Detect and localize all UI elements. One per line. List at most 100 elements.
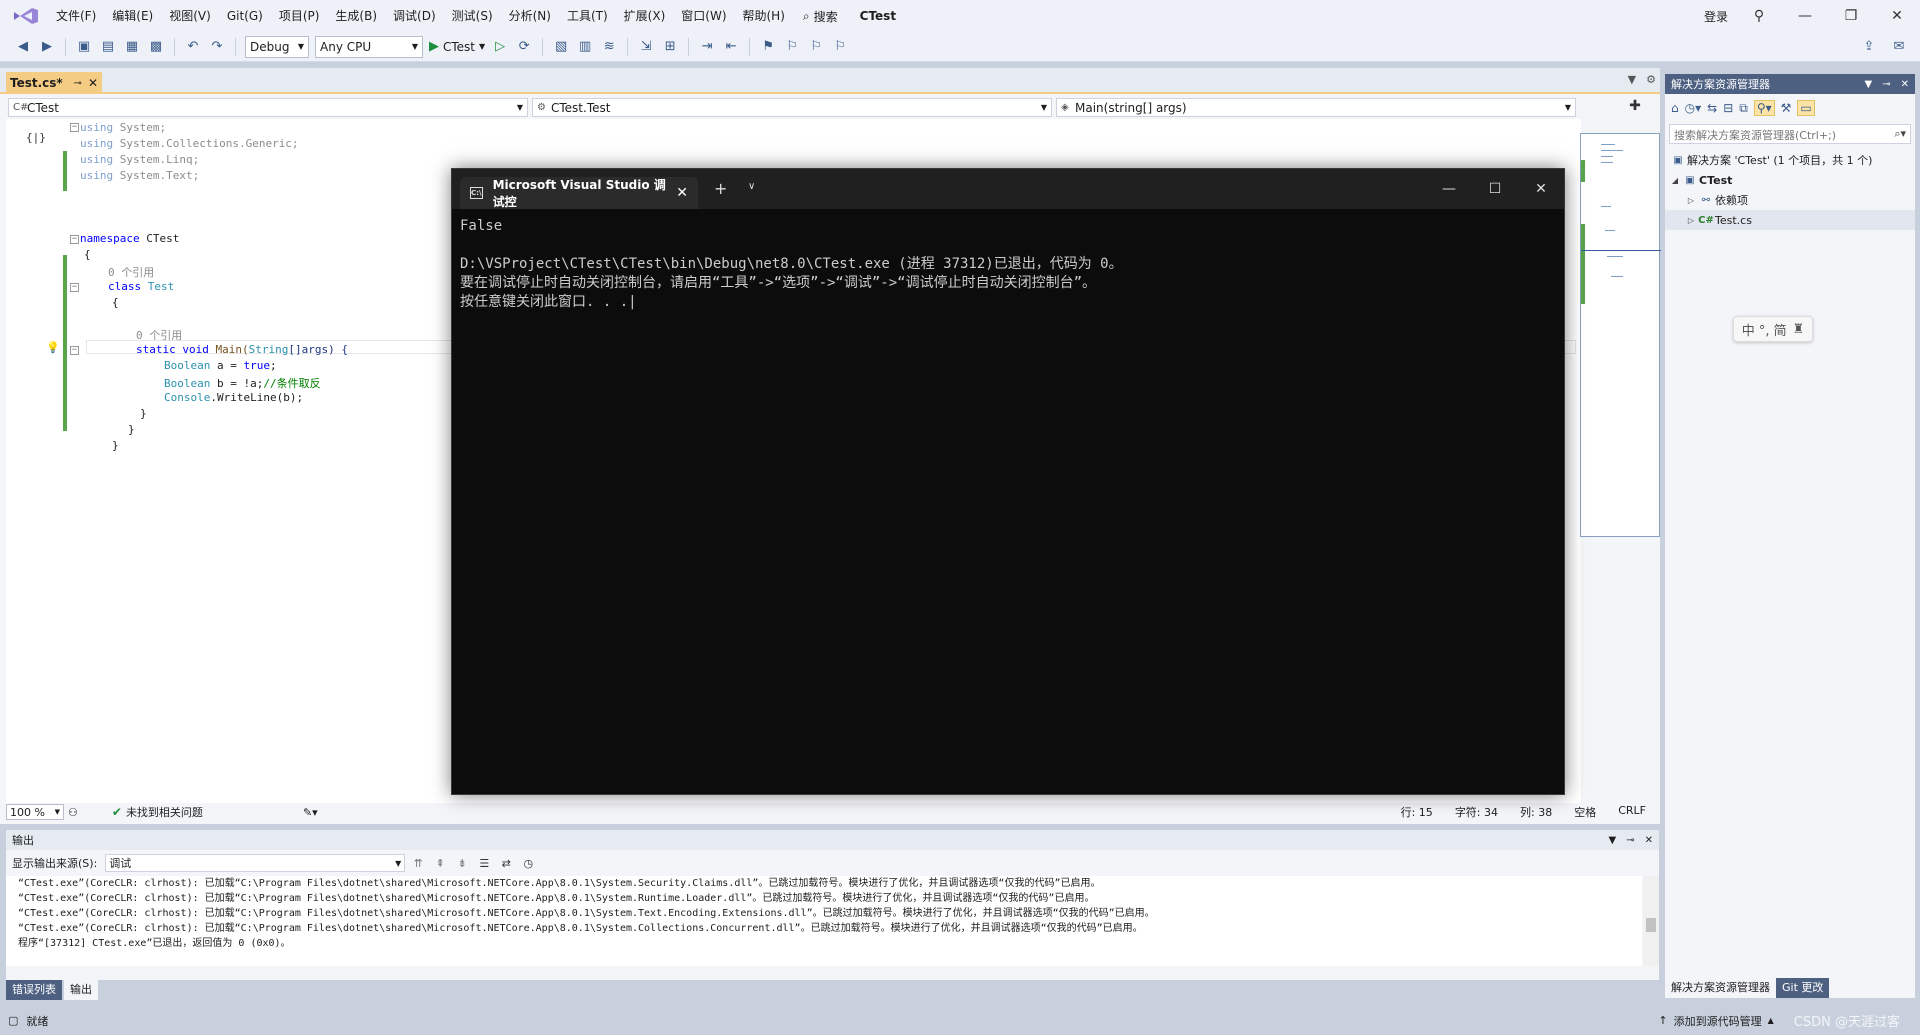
menu-tools[interactable]: 工具(T)	[559, 0, 616, 32]
prev-message-icon[interactable]: ⇞	[431, 857, 449, 870]
menu-build[interactable]: 生成(B)	[327, 0, 385, 32]
console-output[interactable]: False D:\VSProject\CTest\CTest\bin\Debug…	[460, 217, 1554, 312]
zoom-dropdown[interactable]: 100 % ▼	[6, 804, 64, 820]
copilot-icon[interactable]: ⚇	[68, 806, 78, 819]
search-box[interactable]: ⌕ 搜索	[793, 8, 848, 25]
forward-icon[interactable]: ▶	[38, 38, 56, 56]
live-share-icon[interactable]: ⇪	[1860, 38, 1878, 56]
line-ending[interactable]: CRLF	[1618, 804, 1646, 820]
browse-icon[interactable]: ▧	[552, 38, 570, 56]
menu-help[interactable]: 帮助(H)	[735, 0, 793, 32]
new-project-icon[interactable]: ▣	[75, 38, 93, 56]
dropdown-icon[interactable]: ▼	[1609, 835, 1617, 846]
console-tab[interactable]: C:\ Microsoft Visual Studio 调试控 ✕	[460, 177, 698, 209]
chevron-down-icon[interactable]: ∨	[748, 181, 755, 192]
tree-item-dependencies[interactable]: ▷ ⚯ 依赖项	[1665, 190, 1915, 210]
split-editor-icon[interactable]: ✚	[1616, 98, 1654, 117]
save-all-icon[interactable]: ▩	[147, 38, 165, 56]
tab-solution-explorer[interactable]: 解决方案资源管理器	[1665, 978, 1776, 998]
menu-edit[interactable]: 编辑(E)	[104, 0, 161, 32]
find-message-icon[interactable]: ⇈	[409, 857, 427, 870]
code-minimap[interactable]	[1580, 133, 1661, 537]
expand-icon[interactable]: ◢	[1669, 176, 1681, 185]
run-button[interactable]: ▶ CTest ▼	[429, 39, 485, 54]
config-dropdown[interactable]: Debug ▼	[245, 35, 309, 58]
output-window-icon[interactable]: ▢	[8, 1014, 18, 1027]
lightbulb-icon[interactable]: 💡	[46, 341, 60, 354]
clock-icon[interactable]: ◷	[519, 857, 537, 870]
history-icon[interactable]: ◷▾	[1685, 101, 1702, 115]
open-folder-icon[interactable]: ▤	[99, 38, 117, 56]
collapse-icon[interactable]: −	[70, 235, 79, 244]
login-link[interactable]: 登录	[1704, 8, 1728, 25]
diagnostics-icon[interactable]: ⊞	[661, 38, 679, 56]
indent-icon[interactable]: ⇥	[698, 38, 716, 56]
maximize-button[interactable]: ☐	[1472, 169, 1518, 209]
hot-reload-icon[interactable]: ⟳	[515, 38, 533, 56]
collapsed-icon[interactable]: ▷	[1685, 196, 1697, 205]
pin-icon[interactable]: ⊸	[74, 78, 82, 89]
column-number[interactable]: 列: 38	[1520, 804, 1552, 820]
tree-item-project[interactable]: ◢ ▣ CTest	[1665, 170, 1915, 190]
back-icon[interactable]: ◀	[14, 38, 32, 56]
menu-git[interactable]: Git(G)	[219, 0, 271, 32]
dropdown-icon[interactable]: ▼	[1865, 79, 1873, 90]
filter-icon[interactable]: ⚲▾	[1753, 100, 1775, 116]
codelens-refs[interactable]: 0 个引用	[136, 327, 182, 343]
tab-output[interactable]: 输出	[64, 980, 98, 1000]
scroll-thumb[interactable]	[1646, 918, 1656, 932]
clear-all-icon[interactable]: ☰	[475, 857, 493, 870]
bookmark-prev-icon[interactable]: ⚐	[783, 38, 801, 56]
tab-test-cs[interactable]: Test.cs* ⊸ ✕	[6, 72, 102, 94]
pin-icon[interactable]: ⊸	[1626, 835, 1634, 846]
format-icon[interactable]: ≋	[600, 38, 618, 56]
char-number[interactable]: 字符: 34	[1455, 804, 1498, 820]
account-icon[interactable]: ⚲	[1736, 8, 1782, 24]
undo-icon[interactable]: ↶	[184, 38, 202, 56]
menu-debug[interactable]: 调试(D)	[385, 0, 444, 32]
menu-analyze[interactable]: 分析(N)	[501, 0, 559, 32]
member-dropdown[interactable]: ◈ Main(string[] args) ▼	[1056, 98, 1576, 117]
output-scrollbar[interactable]	[1643, 876, 1659, 966]
close-button[interactable]: ✕	[1874, 8, 1920, 24]
layout-icon[interactable]: ▥	[576, 38, 594, 56]
collapse-icon[interactable]: −	[70, 346, 79, 355]
sync-icon[interactable]: ⇆	[1707, 101, 1717, 115]
menu-window[interactable]: 窗口(W)	[673, 0, 734, 32]
output-source-dropdown[interactable]: 调试 ▼	[105, 854, 406, 872]
menu-extensions[interactable]: 扩展(X)	[616, 0, 674, 32]
bookmark-next-icon[interactable]: ⚐	[807, 38, 825, 56]
add-to-source-control[interactable]: 添加到源代码管理	[1674, 1013, 1762, 1029]
class-dropdown[interactable]: ⚙ CTest.Test ▼	[532, 98, 1052, 117]
outdent-icon[interactable]: ⇤	[722, 38, 740, 56]
redo-icon[interactable]: ↷	[208, 38, 226, 56]
ime-toolbar[interactable]: 中 °, 简 ♜	[1733, 316, 1813, 342]
collapse-icon[interactable]: −	[70, 283, 79, 292]
menu-project[interactable]: 项目(P)	[271, 0, 328, 32]
gear-icon[interactable]: ⚙	[1646, 73, 1656, 86]
minimize-button[interactable]: —	[1782, 8, 1828, 24]
restore-button[interactable]: ❐	[1828, 8, 1874, 24]
home-icon[interactable]: ⌂	[1671, 101, 1679, 115]
tree-item-test-cs[interactable]: ▷ C# Test.cs	[1665, 210, 1915, 230]
bookmark-clear-icon[interactable]: ⚐	[831, 38, 849, 56]
tab-git-changes[interactable]: Git 更改	[1776, 978, 1830, 998]
collapse-icon[interactable]: −	[70, 123, 79, 132]
wrench-icon[interactable]: ⚒	[1781, 101, 1792, 115]
step-icon[interactable]: ⇲	[637, 38, 655, 56]
feedback-icon[interactable]: ✉	[1890, 38, 1908, 56]
show-all-files-icon[interactable]: ⧉	[1739, 101, 1748, 116]
brush-icon[interactable]: ✎▾	[303, 806, 318, 819]
close-icon[interactable]: ✕	[1645, 835, 1653, 846]
tab-error-list[interactable]: 错误列表	[6, 980, 62, 1000]
close-icon[interactable]: ✕	[1901, 79, 1909, 90]
debug-console-window[interactable]: C:\ Microsoft Visual Studio 调试控 ✕ + ∨ — …	[451, 168, 1565, 795]
menu-test[interactable]: 测试(S)	[444, 0, 501, 32]
platform-dropdown[interactable]: Any CPU ▼	[315, 35, 423, 58]
tab-list-dropdown-icon[interactable]: ▼	[1628, 73, 1636, 86]
collapsed-icon[interactable]: ▷	[1685, 216, 1697, 225]
close-button[interactable]: ✕	[1518, 169, 1564, 209]
minimize-button[interactable]: —	[1426, 169, 1472, 209]
tree-item-solution[interactable]: ▣ 解决方案 'CTest' (1 个项目，共 1 个)	[1665, 150, 1915, 170]
menu-file[interactable]: 文件(F)	[48, 0, 104, 32]
